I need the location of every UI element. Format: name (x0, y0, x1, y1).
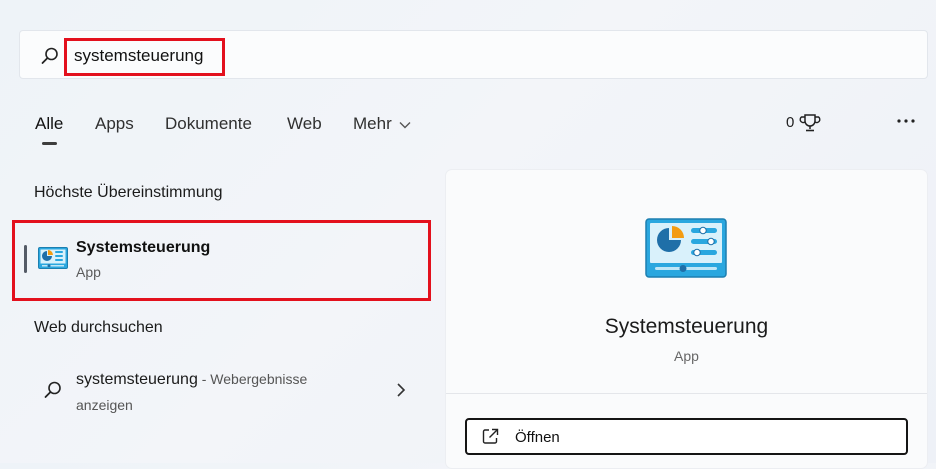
web-result-line2: anzeigen (76, 397, 133, 413)
search-icon (44, 381, 61, 398)
more-options-icon[interactable] (894, 112, 918, 130)
open-button-label: Öffnen (515, 429, 560, 446)
rewards-points[interactable]: 0 (786, 114, 794, 131)
trophy-icon[interactable] (799, 113, 821, 133)
panel-divider (446, 393, 927, 394)
panel-title: Systemsteuerung (604, 315, 769, 338)
search-highlight-box (64, 38, 225, 76)
tab-web[interactable]: Web (287, 114, 322, 134)
detail-panel: Systemsteuerung App Öffnen (445, 169, 928, 469)
web-result-line1: systemsteuerung - Webergebnisse (76, 371, 307, 389)
web-result-suffix: - Webergebnisse (197, 371, 308, 387)
tab-alle[interactable]: Alle (35, 114, 63, 134)
chevron-down-icon (399, 121, 411, 129)
web-result-query: systemsteuerung (76, 371, 198, 388)
control-panel-icon (645, 218, 727, 278)
web-search-heading: Web durchsuchen (34, 319, 163, 336)
tab-mehr-label: Mehr (353, 114, 392, 133)
active-tab-indicator (42, 142, 57, 145)
chevron-right-icon[interactable] (396, 382, 406, 398)
tab-apps[interactable]: Apps (95, 114, 134, 134)
open-external-icon (482, 428, 499, 444)
tab-dokumente[interactable]: Dokumente (165, 114, 252, 134)
panel-subtitle: App (674, 348, 699, 364)
result-highlight-box (12, 220, 431, 301)
web-search-result[interactable]: systemsteuerung - Webergebnisse anzeigen (40, 367, 420, 419)
open-button[interactable]: Öffnen (465, 418, 908, 455)
best-match-heading: Höchste Übereinstimmung (34, 184, 223, 201)
search-icon (41, 47, 58, 64)
tab-mehr[interactable]: Mehr (353, 114, 411, 134)
